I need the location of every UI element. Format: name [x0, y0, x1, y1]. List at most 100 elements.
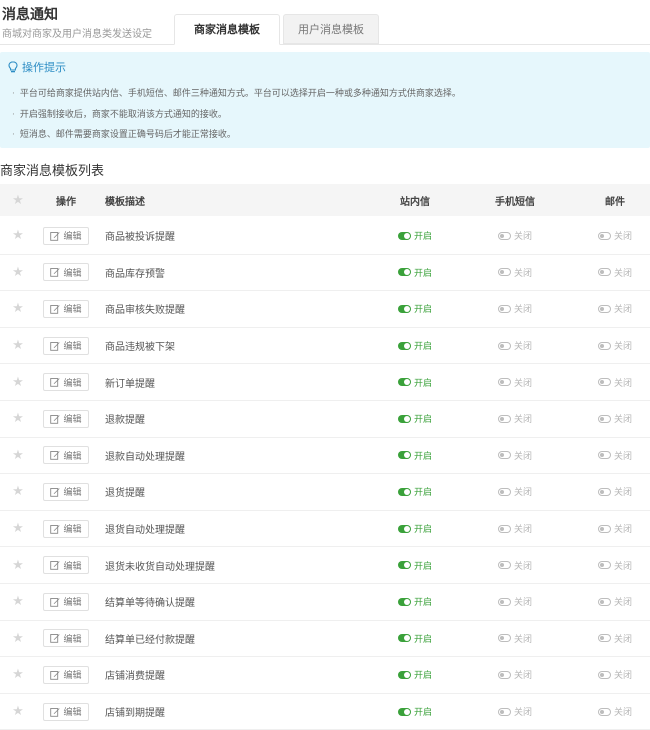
toggle-label: 开启: [413, 305, 432, 316]
edit-button[interactable]: 编辑: [43, 336, 89, 355]
email-toggle[interactable]: 关闭: [597, 632, 632, 645]
star-icon[interactable]: ★: [12, 194, 24, 207]
site-message-toggle[interactable]: 开启: [397, 559, 432, 572]
star-icon[interactable]: ★: [12, 339, 24, 352]
edit-button[interactable]: 编辑: [43, 446, 89, 465]
sms-toggle[interactable]: 关闭: [497, 302, 532, 316]
email-toggle[interactable]: 关闭: [597, 522, 632, 535]
email-toggle[interactable]: 关闭: [597, 412, 632, 426]
edit-icon: [50, 414, 61, 424]
site-message-toggle[interactable]: 开启: [397, 412, 432, 426]
table-row: ★ 编辑 退款提醒 开启 关闭 关闭: [0, 401, 650, 438]
header-mail: 邮件: [605, 196, 625, 208]
switch-icon: [597, 487, 611, 496]
star-icon[interactable]: ★: [12, 485, 24, 498]
star-icon[interactable]: ★: [12, 449, 24, 462]
email-toggle[interactable]: 关闭: [597, 229, 632, 242]
edit-icon: [50, 488, 61, 497]
edit-button[interactable]: 编辑: [43, 409, 89, 428]
edit-button[interactable]: 编辑: [43, 629, 89, 648]
edit-button[interactable]: 编辑: [43, 299, 89, 318]
sms-toggle[interactable]: 关闭: [497, 632, 532, 645]
sms-toggle[interactable]: 关闭: [497, 485, 532, 499]
star-icon[interactable]: ★: [12, 522, 24, 535]
sms-toggle[interactable]: 关闭: [497, 229, 532, 242]
email-toggle[interactable]: 关闭: [597, 266, 632, 279]
star-icon[interactable]: ★: [12, 705, 24, 718]
site-message-toggle[interactable]: 开启: [397, 668, 432, 681]
edit-button[interactable]: 编辑: [43, 482, 89, 501]
edit-label: 编辑: [63, 598, 82, 609]
site-message-toggle[interactable]: 开启: [397, 376, 432, 389]
edit-icon: [50, 634, 61, 644]
toggle-label: 开启: [413, 415, 432, 426]
email-toggle[interactable]: 关闭: [597, 705, 632, 718]
star-icon[interactable]: ★: [12, 559, 24, 572]
switch-icon: [497, 524, 511, 533]
toggle-label: 关闭: [513, 305, 532, 316]
switch-icon: [497, 487, 511, 496]
edit-button[interactable]: 编辑: [43, 226, 89, 245]
edit-icon: [50, 268, 61, 278]
edit-button[interactable]: 编辑: [43, 702, 89, 721]
sms-toggle[interactable]: 关闭: [497, 705, 532, 718]
email-toggle[interactable]: 关闭: [597, 559, 632, 572]
edit-button[interactable]: 编辑: [43, 519, 89, 538]
sms-toggle[interactable]: 关闭: [497, 595, 532, 609]
site-message-toggle[interactable]: 开启: [397, 266, 432, 279]
star-icon[interactable]: ★: [12, 266, 24, 279]
star-icon[interactable]: ★: [12, 229, 24, 242]
site-message-toggle[interactable]: 开启: [397, 302, 432, 316]
sms-toggle[interactable]: 关闭: [497, 668, 532, 681]
star-icon[interactable]: ★: [12, 376, 24, 389]
section-title: 商家消息模板列表: [0, 164, 105, 179]
site-message-toggle[interactable]: 开启: [397, 595, 432, 608]
edit-label: 编辑: [63, 671, 82, 682]
toggle-label: 关闭: [513, 488, 532, 499]
email-toggle[interactable]: 关闭: [597, 376, 632, 389]
star-icon[interactable]: ★: [12, 632, 24, 645]
sms-toggle[interactable]: 关闭: [497, 559, 532, 572]
toggle-label: 关闭: [613, 415, 632, 426]
sms-toggle[interactable]: 关闭: [497, 376, 532, 389]
template-description: 商品审核失败提醒: [105, 305, 185, 317]
email-toggle[interactable]: 关闭: [597, 302, 632, 315]
template-description: 退款提醒: [105, 415, 145, 427]
star-icon[interactable]: ★: [12, 302, 24, 315]
sms-toggle[interactable]: 关闭: [497, 449, 532, 462]
email-toggle[interactable]: 关闭: [597, 595, 632, 608]
edit-button[interactable]: 编辑: [43, 263, 89, 282]
site-message-toggle[interactable]: 开启: [397, 485, 432, 498]
edit-button[interactable]: 编辑: [43, 665, 89, 684]
star-icon[interactable]: ★: [12, 412, 24, 425]
site-message-toggle[interactable]: 开启: [397, 522, 432, 535]
toggle-label: 关闭: [513, 451, 532, 462]
switch-icon: [397, 634, 411, 643]
site-message-toggle[interactable]: 开启: [397, 632, 432, 645]
edit-label: 编辑: [63, 488, 82, 499]
site-message-toggle[interactable]: 开启: [397, 229, 432, 242]
site-message-toggle[interactable]: 开启: [397, 449, 432, 462]
sms-toggle[interactable]: 关闭: [497, 412, 532, 425]
sms-toggle[interactable]: 关闭: [497, 522, 532, 535]
toggle-label: 开启: [413, 451, 432, 462]
star-icon[interactable]: ★: [12, 595, 24, 608]
switch-icon: [397, 451, 411, 460]
email-toggle[interactable]: 关闭: [597, 485, 632, 498]
tab-user-templates[interactable]: 用户消息模板: [283, 14, 379, 44]
sms-toggle[interactable]: 关闭: [497, 339, 532, 352]
sms-toggle[interactable]: 关闭: [497, 266, 532, 279]
star-icon[interactable]: ★: [12, 668, 24, 681]
edit-button[interactable]: 编辑: [43, 592, 89, 611]
email-toggle[interactable]: 关闭: [597, 339, 632, 352]
site-message-toggle[interactable]: 开启: [397, 705, 432, 718]
site-message-toggle[interactable]: 开启: [397, 339, 432, 352]
tab-merchant-templates[interactable]: 商家消息模板: [174, 14, 280, 45]
email-toggle[interactable]: 关闭: [597, 449, 632, 462]
edit-button[interactable]: 编辑: [43, 556, 89, 575]
edit-button[interactable]: 编辑: [43, 373, 89, 392]
email-toggle[interactable]: 关闭: [597, 668, 632, 681]
switch-icon: [397, 597, 411, 606]
page-header: 消息通知 商城对商家及用户消息类发送设定 商家消息模板 用户消息模板: [0, 0, 650, 45]
toggle-label: 关闭: [513, 598, 532, 609]
